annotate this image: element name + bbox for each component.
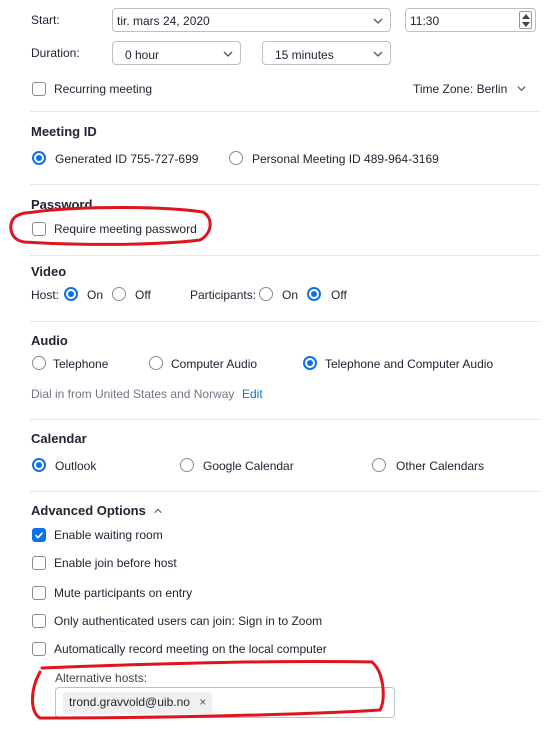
host-video-on-label[interactable]: On: [87, 288, 103, 302]
alt-host-email: trond.gravvold@uib.no: [69, 695, 190, 709]
personal-id-radio[interactable]: [229, 151, 243, 165]
alt-host-chip: trond.gravvold@uib.no ×: [63, 692, 213, 714]
recurring-label[interactable]: Recurring meeting: [54, 82, 152, 96]
divider: [30, 321, 540, 322]
start-date-value: tir. mars 24, 2020: [117, 14, 210, 28]
participants-video-on-label[interactable]: On: [282, 288, 298, 302]
calendar-google-radio[interactable]: [180, 458, 194, 472]
start-time-value: 11:30: [410, 14, 440, 28]
spinner-up-icon[interactable]: [522, 14, 530, 19]
calendar-google-label[interactable]: Google Calendar: [203, 459, 294, 473]
chevron-down-icon: [223, 51, 233, 57]
duration-minutes-value: 15 minutes: [275, 48, 334, 62]
audio-both-label[interactable]: Telephone and Computer Audio: [325, 357, 493, 371]
participants-video-off-label[interactable]: Off: [331, 288, 347, 302]
chevron-down-icon: [373, 51, 383, 57]
alternative-hosts-input[interactable]: trond.gravvold@uib.no ×: [55, 687, 395, 718]
audio-title: Audio: [31, 333, 68, 348]
authenticated-users-checkbox[interactable]: [32, 614, 46, 628]
generated-id-radio[interactable]: [32, 151, 46, 165]
duration-minutes-select[interactable]: 15 minutes: [262, 41, 391, 65]
host-video-off-radio[interactable]: [112, 287, 126, 301]
host-video-label: Host:: [31, 288, 60, 302]
dial-in-text: Dial in from United States and Norway: [31, 387, 235, 401]
waiting-room-checkbox[interactable]: [32, 528, 46, 542]
duration-hours-value: 0 hour: [125, 48, 160, 62]
start-time-input[interactable]: 11:30: [405, 8, 536, 32]
audio-computer-radio[interactable]: [149, 356, 163, 370]
calendar-other-label[interactable]: Other Calendars: [396, 459, 484, 473]
chevron-down-icon: [373, 18, 383, 24]
duration-hours-select[interactable]: 0 hour: [112, 41, 241, 65]
calendar-outlook-radio[interactable]: [32, 458, 46, 472]
checkmark-icon: [34, 532, 44, 539]
host-video-on-radio[interactable]: [64, 287, 78, 301]
dial-in-edit-link[interactable]: Edit: [242, 387, 263, 401]
duration-label: Duration:: [31, 46, 80, 60]
divider: [30, 491, 540, 492]
start-date-picker[interactable]: tir. mars 24, 2020: [112, 8, 391, 32]
audio-computer-label[interactable]: Computer Audio: [171, 357, 257, 371]
start-label: Start:: [31, 13, 60, 27]
advanced-options-toggle[interactable]: Advanced Options: [31, 503, 162, 518]
participants-video-label: Participants:: [190, 288, 257, 302]
alternative-hosts-label: Alternative hosts:: [55, 671, 148, 685]
meeting-id-title: Meeting ID: [31, 124, 97, 139]
audio-telephone-label[interactable]: Telephone: [53, 357, 108, 371]
advanced-option-label[interactable]: Automatically record meeting on the loca…: [54, 642, 327, 656]
spinner-down-icon[interactable]: [522, 22, 530, 27]
audio-telephone-radio[interactable]: [32, 356, 46, 370]
participants-video-off-radio[interactable]: [307, 287, 321, 301]
timezone-select[interactable]: Time Zone: Berlin: [413, 82, 526, 96]
advanced-options-title: Advanced Options: [31, 503, 146, 518]
remove-chip-icon[interactable]: ×: [199, 695, 206, 709]
recurring-checkbox[interactable]: [32, 82, 46, 96]
divider: [30, 419, 540, 420]
participants-video-on-radio[interactable]: [259, 287, 273, 301]
require-password-checkbox[interactable]: [32, 222, 46, 236]
video-title: Video: [31, 264, 67, 279]
generated-id-label[interactable]: Generated ID 755-727-699: [55, 152, 198, 166]
time-spinner[interactable]: [519, 11, 532, 29]
require-password-label[interactable]: Require meeting password: [54, 222, 197, 236]
advanced-option-label[interactable]: Enable waiting room: [54, 528, 163, 542]
timezone-value: Time Zone: Berlin: [413, 82, 508, 96]
advanced-option-label[interactable]: Mute participants on entry: [54, 586, 192, 600]
host-video-off-label[interactable]: Off: [135, 288, 151, 302]
advanced-option-label[interactable]: Enable join before host: [54, 556, 177, 570]
chevron-up-icon: [154, 508, 162, 513]
advanced-option-label[interactable]: Only authenticated users can join: Sign …: [54, 614, 322, 628]
chevron-down-icon: [517, 86, 526, 92]
divider: [30, 111, 540, 112]
join-before-host-checkbox[interactable]: [32, 556, 46, 570]
divider: [30, 255, 540, 256]
divider: [30, 184, 540, 185]
calendar-other-radio[interactable]: [372, 458, 386, 472]
personal-id-label[interactable]: Personal Meeting ID 489-964-3169: [252, 152, 439, 166]
calendar-outlook-label[interactable]: Outlook: [55, 459, 96, 473]
calendar-title: Calendar: [31, 431, 87, 446]
password-title: Password: [31, 197, 93, 212]
audio-both-radio[interactable]: [303, 356, 317, 370]
mute-on-entry-checkbox[interactable]: [32, 586, 46, 600]
auto-record-checkbox[interactable]: [32, 642, 46, 656]
